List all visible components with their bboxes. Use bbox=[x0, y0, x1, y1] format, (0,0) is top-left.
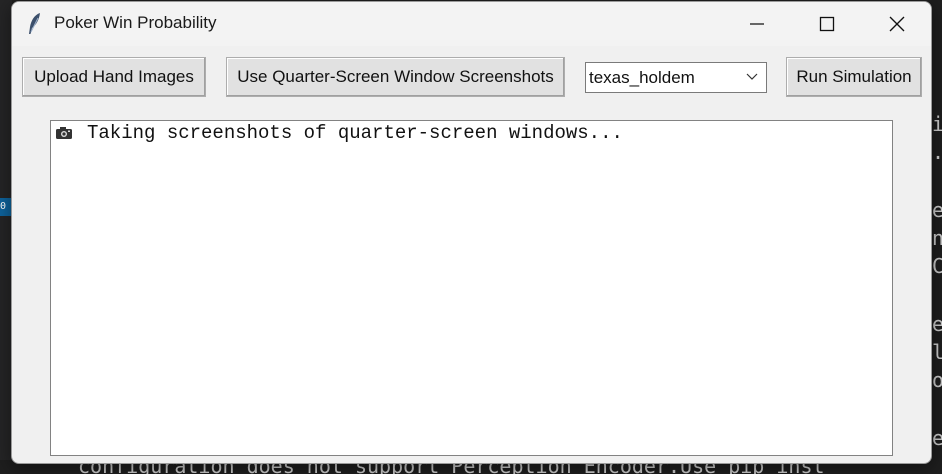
feather-icon bbox=[29, 13, 40, 34]
upload-hand-images-button[interactable]: Upload Hand Images bbox=[22, 57, 206, 97]
run-simulation-button[interactable]: Run Simulation bbox=[786, 57, 922, 97]
window-title: Poker Win Probability bbox=[54, 13, 217, 32]
title-bar[interactable]: Poker Win Probability bbox=[12, 2, 931, 46]
minimize-button[interactable] bbox=[722, 2, 792, 46]
maximize-icon bbox=[819, 16, 835, 32]
game-type-value: texas_holdem bbox=[589, 68, 695, 87]
log-line: Taking screenshots of quarter-screen win… bbox=[53, 122, 623, 144]
chevron-down-icon bbox=[746, 73, 758, 80]
quarter-screen-screenshots-button[interactable]: Use Quarter-Screen Window Screenshots bbox=[226, 57, 565, 97]
log-line-text: Taking screenshots of quarter-screen win… bbox=[87, 122, 623, 144]
app-window: Poker Win Probability Upload Hand Images… bbox=[11, 1, 932, 464]
game-type-select[interactable]: texas_holdem bbox=[585, 62, 767, 93]
minimize-icon bbox=[750, 23, 764, 25]
maximize-button[interactable] bbox=[792, 2, 862, 46]
close-icon bbox=[889, 16, 905, 32]
close-button[interactable] bbox=[862, 2, 931, 46]
camera-icon bbox=[56, 127, 72, 139]
log-output[interactable]: Taking screenshots of quarter-screen win… bbox=[50, 120, 893, 456]
